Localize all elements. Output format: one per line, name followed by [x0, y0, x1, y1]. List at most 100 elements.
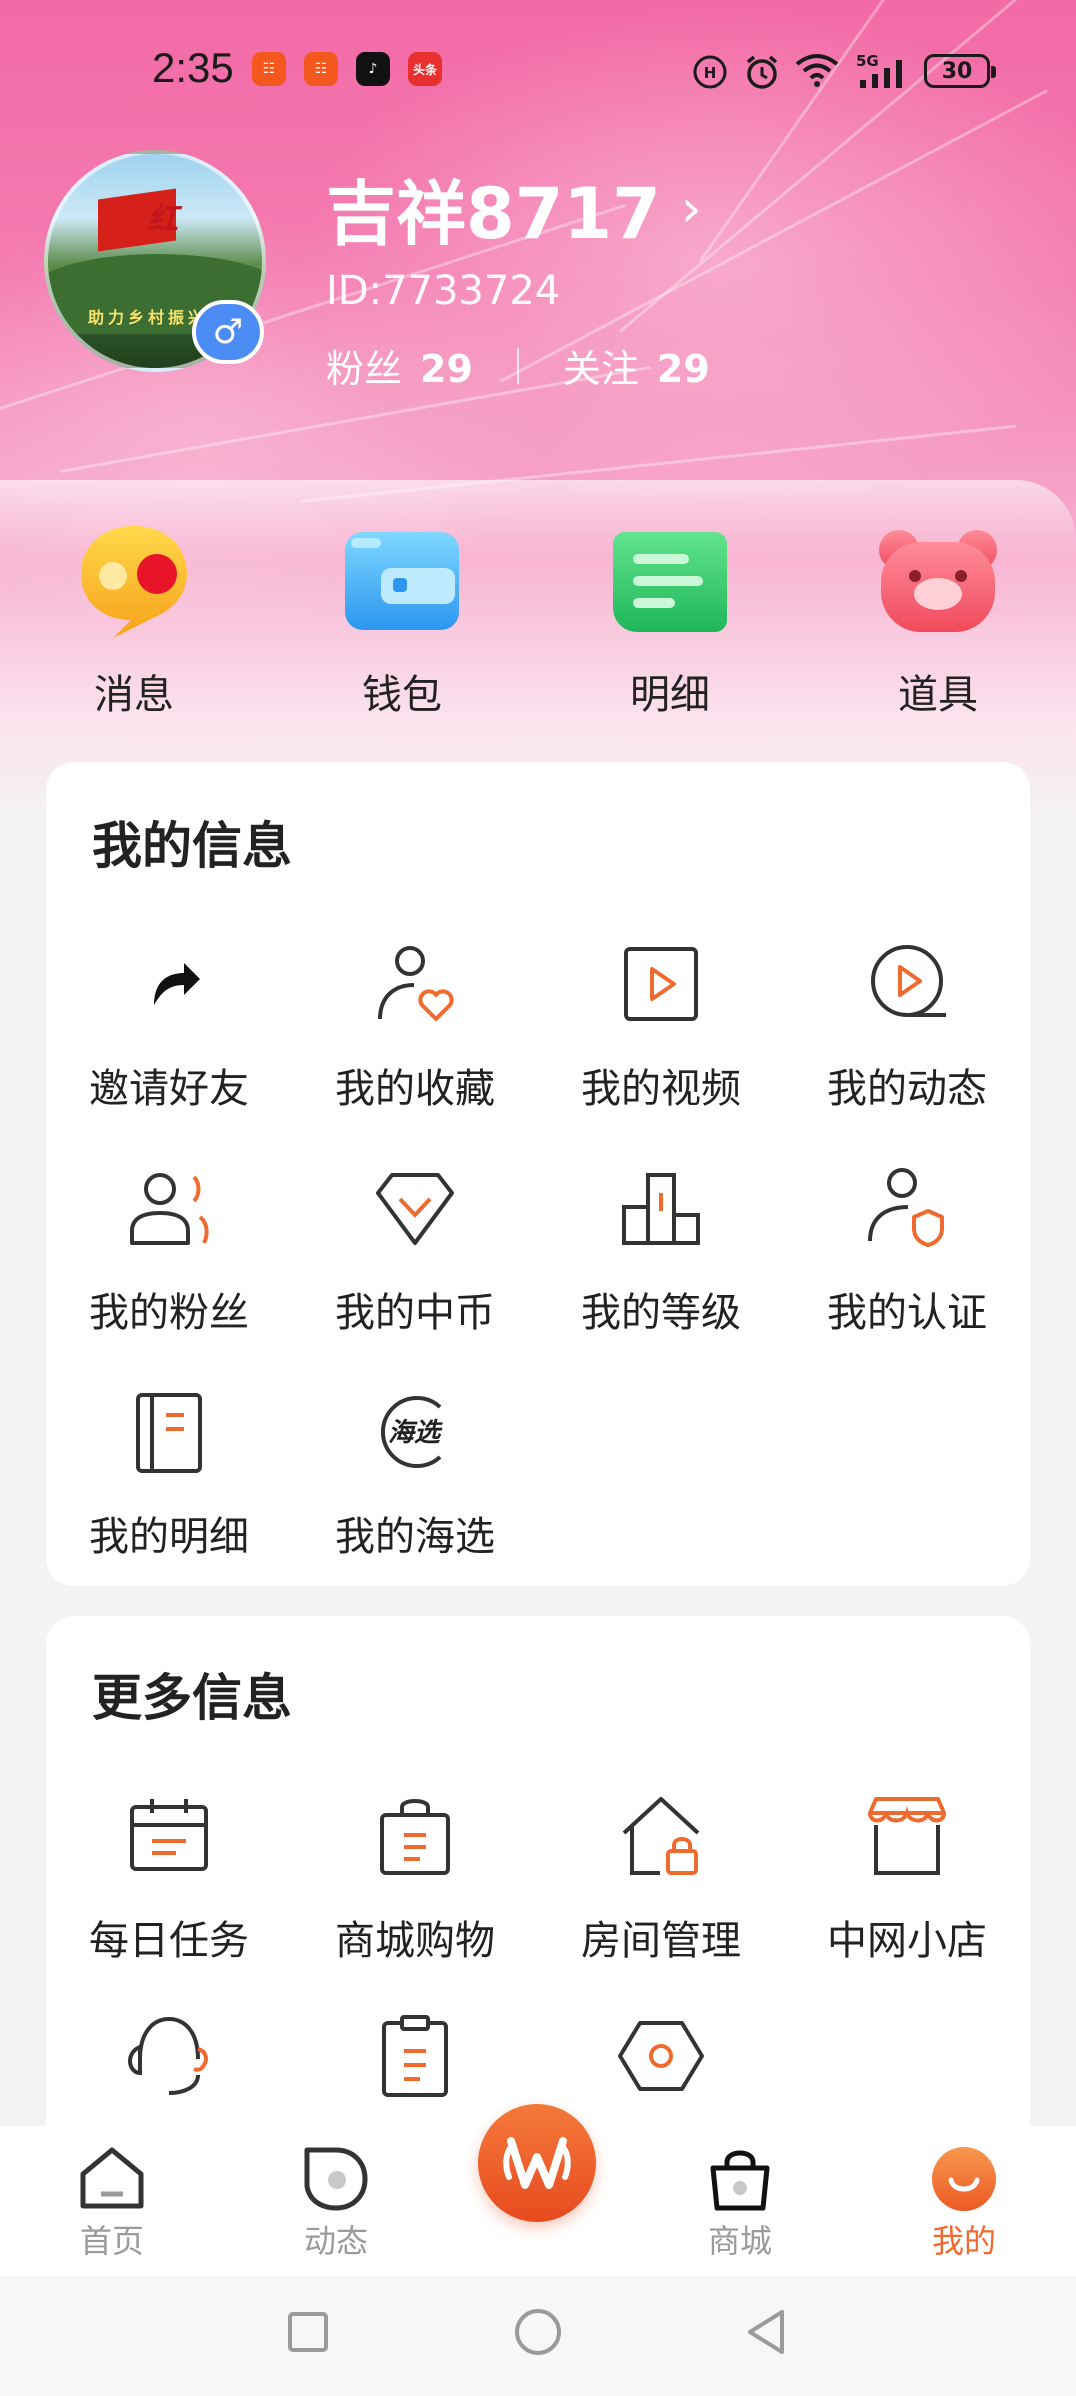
username: 吉祥8717 [326, 173, 661, 255]
grid-item-label: 房间管理 [581, 1918, 741, 1964]
grid-item-videos[interactable]: 我的视频 [538, 934, 784, 1114]
grid-item-label: 我的粉丝 [89, 1290, 249, 1336]
avatar-slogan-icon: 助力乡村振兴 [88, 308, 209, 327]
grid-item-moments[interactable]: 我的动态 [784, 934, 1030, 1114]
quick-action-label: 钱包 [362, 672, 442, 718]
grid-item-invite-friends[interactable]: 邀请好友 [46, 934, 292, 1114]
nav-home[interactable]: 首页 [32, 2144, 192, 2262]
hd-icon: H [693, 55, 727, 89]
home-button[interactable] [512, 2306, 564, 2358]
fans-icon [119, 1158, 219, 1258]
more-info-card: 更多信息 每日任务 商城购物 房间管理 中网小店 [46, 1616, 1030, 2176]
grid-item-label: 我的视频 [581, 1066, 741, 1112]
mine-icon [929, 2144, 999, 2214]
nav-label: 首页 [79, 2222, 144, 2260]
grid-item-customer-service[interactable] [46, 2006, 292, 2106]
battery-indicator: 30 [924, 54, 996, 88]
alarm-icon [746, 55, 778, 89]
back-button[interactable] [742, 2306, 792, 2358]
moments-icon [301, 2144, 371, 2214]
grid-item-mini-store[interactable]: 中网小店 [784, 1786, 1030, 1966]
grid-item-orders[interactable] [292, 2006, 538, 2106]
moments-play-icon [857, 934, 957, 1034]
wallet-icon [341, 520, 463, 642]
quick-action-props[interactable]: 道具 [858, 520, 1018, 720]
nav-moments[interactable]: 动态 [256, 2144, 416, 2262]
grid-item-certification[interactable]: 我的认证 [784, 1158, 1030, 1338]
grid-item-shopping[interactable]: 商城购物 [292, 1786, 538, 1966]
quick-action-messages[interactable]: 消息 [54, 520, 214, 720]
my-info-title: 我的信息 [92, 817, 292, 875]
tiktok-icon: ♪ [356, 52, 390, 86]
grid-item-my-details[interactable]: 我的明细 [46, 1382, 292, 1562]
user-id: ID:7733724 [326, 268, 561, 314]
wifi-icon [795, 54, 839, 87]
quick-action-label: 道具 [898, 672, 978, 718]
house-lock-icon [611, 1786, 711, 1886]
shop-icon [857, 1786, 957, 1886]
grid-item-audition[interactable]: 海选 我的海选 [292, 1382, 538, 1562]
fans-stat[interactable]: 粉丝 29 [326, 338, 473, 393]
quick-action-details[interactable]: 明细 [590, 520, 750, 720]
headset-icon [119, 2006, 219, 2106]
nav-mine[interactable]: 我的 [884, 2144, 1044, 2262]
nav-shop[interactable]: 商城 [660, 2144, 820, 2262]
follow-stat[interactable]: 关注 29 [563, 338, 710, 393]
nav-label: 动态 [303, 2222, 368, 2260]
fans-label: 粉丝 [326, 347, 403, 391]
bear-icon [877, 520, 999, 642]
diamond-icon [365, 1158, 465, 1258]
center-logo-icon [503, 2137, 571, 2189]
share-arrow-icon [119, 934, 219, 1034]
app-icon-2: ☷ [304, 52, 338, 86]
status-bar: 2:35 ☷ ☷ ♪ 头条 H 5G 30 [0, 0, 1076, 150]
grid-item-daily-tasks[interactable]: 每日任务 [46, 1786, 292, 1966]
grid-item-fans[interactable]: 我的粉丝 [46, 1158, 292, 1338]
follow-stats: 粉丝 29 关注 29 [326, 338, 710, 393]
message-bubble-icon [73, 520, 195, 642]
video-play-icon [611, 934, 711, 1034]
system-navigation-bar [0, 2276, 1076, 2396]
grid-item-label: 商城购物 [335, 1918, 495, 1964]
grid-item-label: 中网小店 [827, 1918, 987, 1964]
grid-item-label: 每日任务 [89, 1918, 249, 1964]
follow-label: 关注 [562, 347, 639, 391]
nav-center-button[interactable] [478, 2104, 596, 2222]
clipboard-icon [365, 2006, 465, 2106]
grid-item-label: 我的海选 [335, 1514, 495, 1560]
grid-item-label: 我的明细 [89, 1514, 249, 1560]
grid-item-coins[interactable]: 我的中币 [292, 1158, 538, 1338]
follow-count: 29 [656, 347, 710, 391]
more-info-title: 更多信息 [92, 1669, 292, 1727]
svg-text:H: H [704, 64, 717, 82]
grid-item-settings[interactable] [538, 2006, 784, 2106]
level-bars-icon [611, 1158, 711, 1258]
shopping-bag-icon [365, 1786, 465, 1886]
recent-apps-button[interactable] [284, 2308, 332, 2356]
quick-action-label: 消息 [94, 672, 174, 718]
grid-item-level[interactable]: 我的等级 [538, 1158, 784, 1338]
calendar-icon [119, 1786, 219, 1886]
grid-item-favorites[interactable]: 我的收藏 [292, 934, 538, 1114]
details-icon [609, 520, 731, 642]
fans-count: 29 [420, 347, 473, 391]
quick-action-wallet[interactable]: 钱包 [322, 520, 482, 720]
my-info-card: 我的信息 邀请好友 我的收藏 我的视频 我的动态 我的粉丝 我的中币 我的等级 … [46, 762, 1030, 1586]
grid-item-label: 我的等级 [581, 1290, 741, 1336]
shop-bag-icon [705, 2144, 775, 2214]
grid-item-room-manage[interactable]: 房间管理 [538, 1786, 784, 1966]
grid-item-label: 邀请好友 [89, 1066, 249, 1112]
home-icon [77, 2144, 147, 2214]
profile-name-link[interactable]: 吉祥8717 › [326, 158, 702, 259]
nav-label: 商城 [707, 2222, 772, 2260]
grid-item-label: 我的认证 [827, 1290, 987, 1336]
status-time: 2:35 [152, 44, 234, 91]
audition-badge: 海选 [388, 1418, 443, 1448]
nav-label: 我的 [931, 2222, 996, 2260]
app-icon-1: ☷ [252, 52, 286, 86]
grid-item-label: 我的收藏 [335, 1066, 495, 1112]
chevron-right-icon: › [680, 178, 702, 239]
gender-male-icon: ♂ [192, 300, 264, 364]
grid-item-label: 我的中币 [335, 1290, 495, 1336]
user-heart-icon [365, 934, 465, 1034]
